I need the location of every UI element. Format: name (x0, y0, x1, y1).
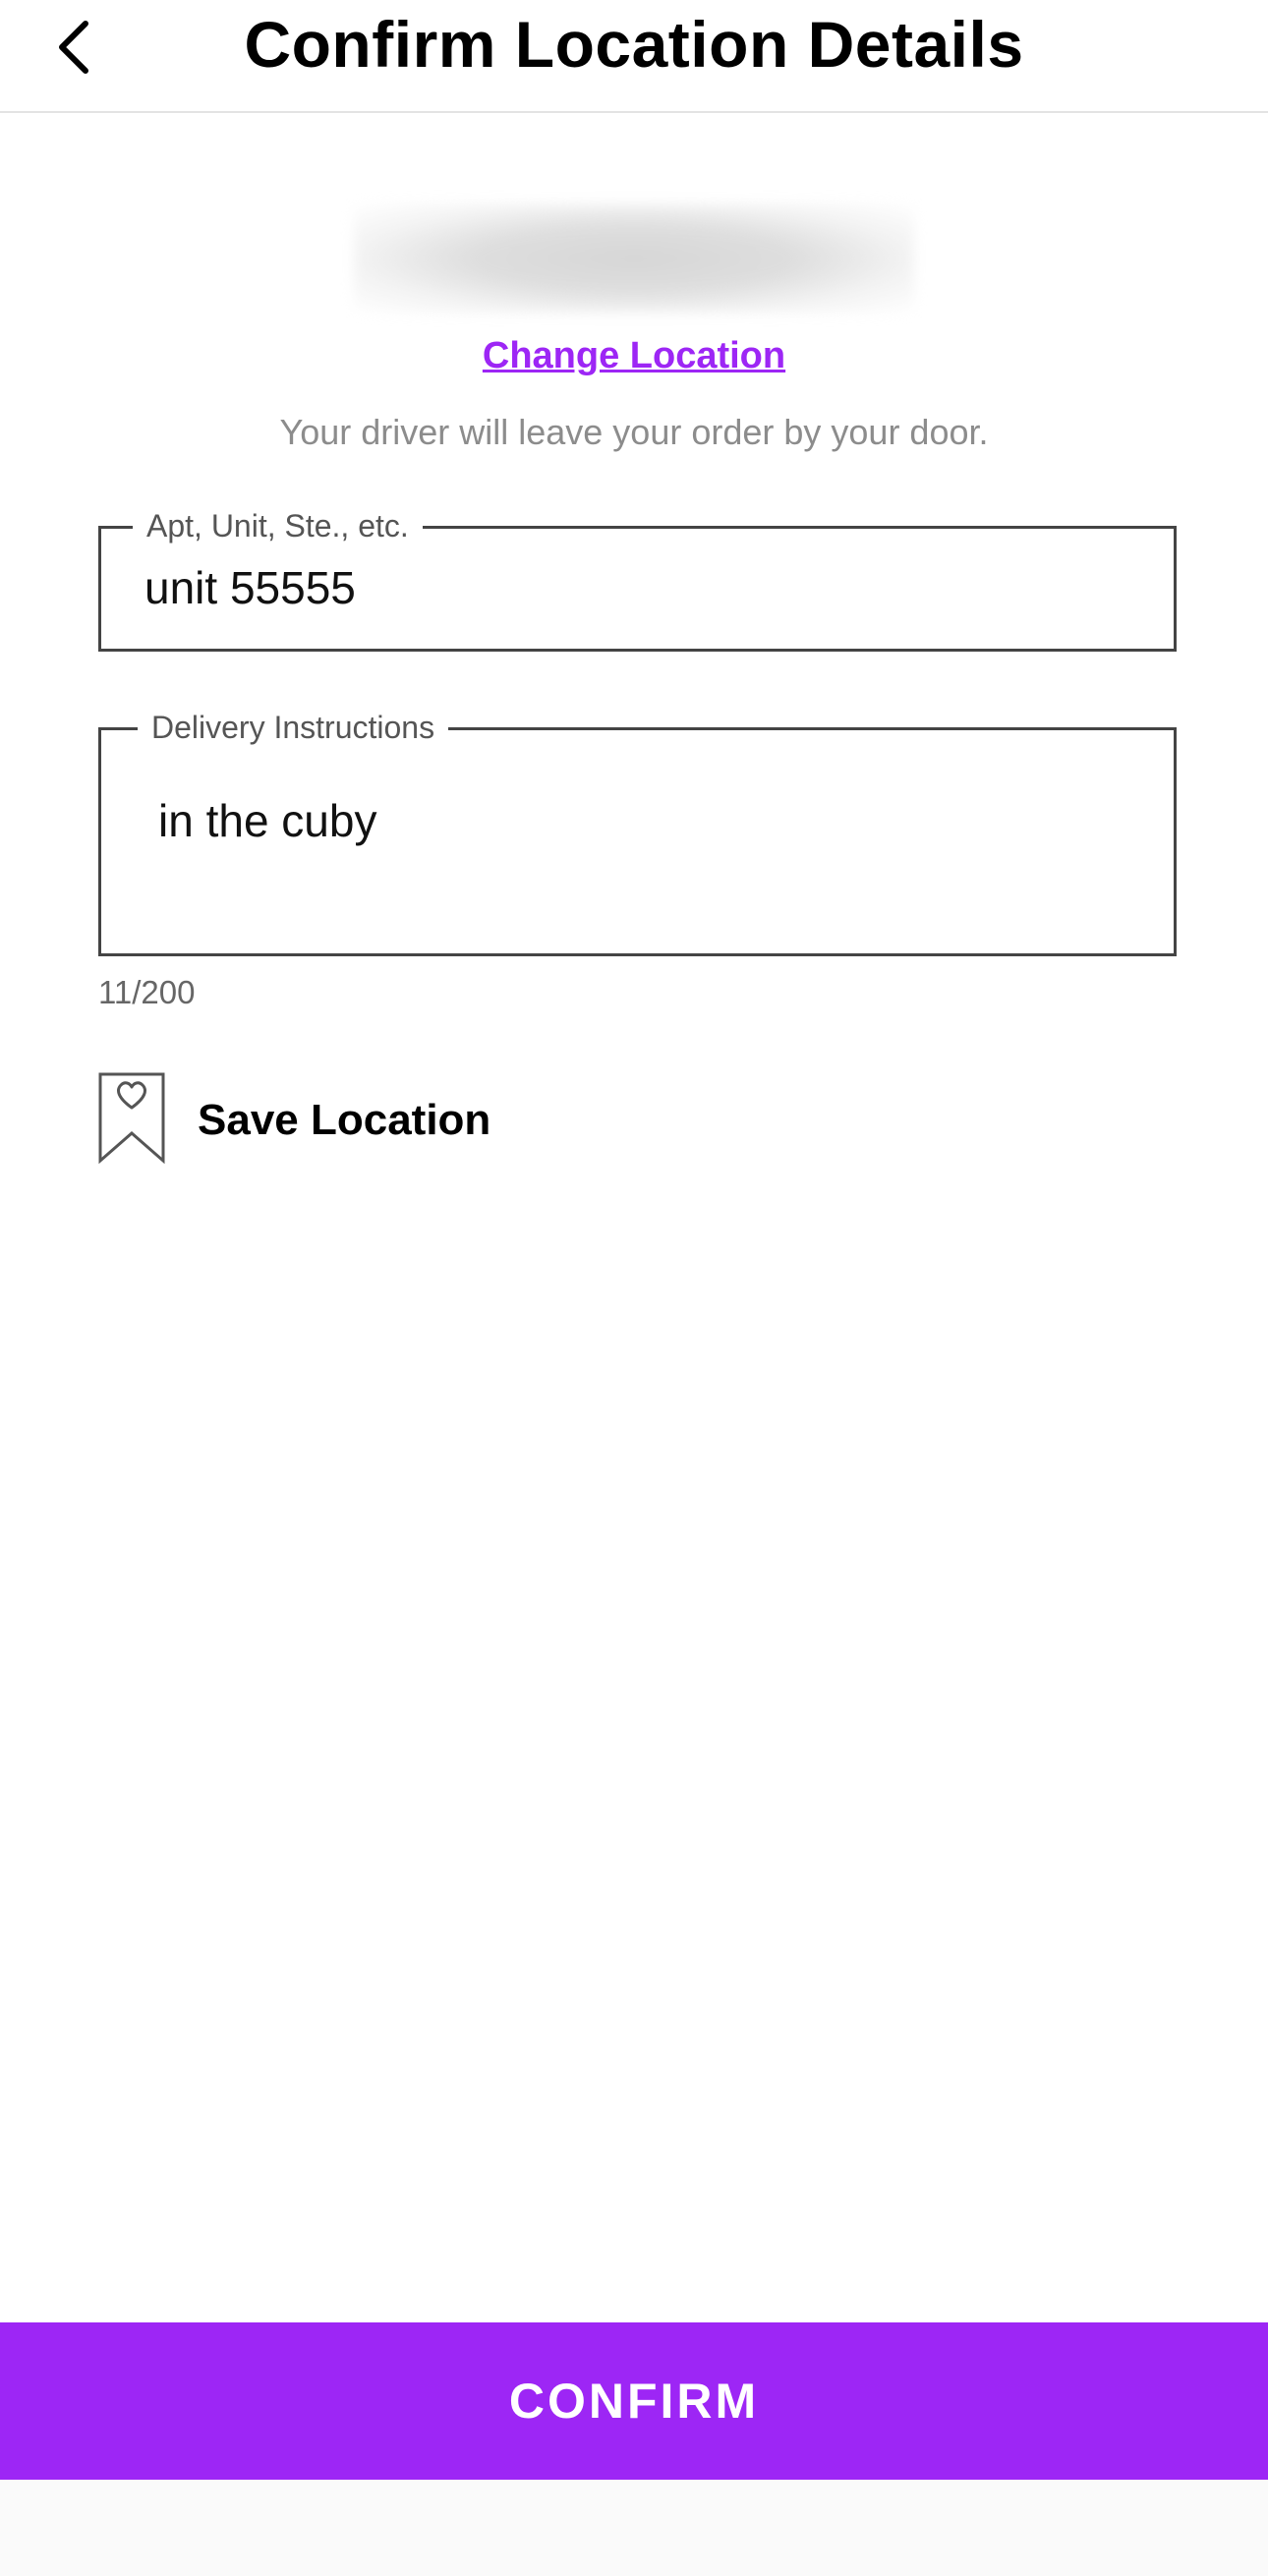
apt-unit-field[interactable]: Apt, Unit, Ste., etc. unit 55555 (98, 502, 1177, 652)
header-bar: Confirm Location Details (0, 0, 1268, 113)
driver-note: Your driver will leave your order by you… (279, 412, 989, 452)
character-count: 11/200 (98, 974, 196, 1010)
change-location-link[interactable]: Change Location (483, 335, 785, 376)
delivery-instructions-label: Delivery Instructions (138, 704, 449, 751)
address-redacted (354, 203, 914, 314)
delivery-instructions-input[interactable]: in the cuby (158, 791, 376, 850)
apt-unit-input[interactable]: unit 55555 (144, 558, 356, 617)
apt-unit-label: Apt, Unit, Ste., etc. (133, 502, 423, 549)
delivery-instructions-field[interactable]: Delivery Instructions in the cuby (98, 704, 1177, 956)
save-location-toggle[interactable]: Save Location (98, 1072, 491, 1170)
bookmark-heart-icon (98, 1072, 167, 1170)
page-title: Confirm Location Details (244, 8, 1024, 81)
save-location-label: Save Location (198, 1096, 491, 1144)
bottom-safe-area (0, 2480, 1268, 2576)
confirm-button[interactable]: CONFIRM (0, 2322, 1268, 2480)
